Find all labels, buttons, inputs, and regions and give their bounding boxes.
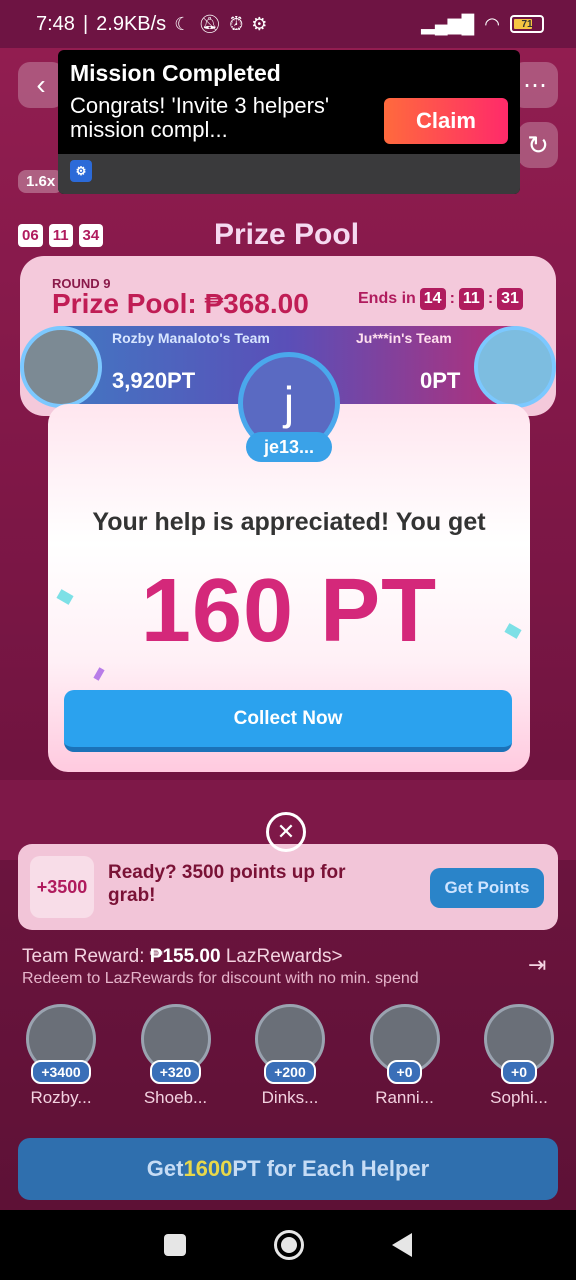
helper-item[interactable]: +0 Sophi... (474, 1004, 564, 1108)
helper-item[interactable]: +0 Ranni... (360, 1004, 450, 1108)
helper-name: Ranni... (375, 1088, 434, 1107)
status-time: 7:48 (36, 12, 75, 35)
ends-in-label: Ends in (358, 290, 416, 307)
lazrewards-link[interactable]: LazRewards> (226, 946, 343, 967)
helpers-list: +3400 Rozby... +320 Shoeb... +200 Dinks.… (16, 1004, 564, 1108)
helper-points: +200 (264, 1060, 316, 1084)
reward-points: 160 PT (140, 561, 438, 661)
helper-item[interactable]: +3400 Rozby... (16, 1004, 106, 1108)
timer-hours: 06 (18, 224, 43, 247)
close-icon[interactable]: ✕ (266, 812, 306, 852)
battery-icon: 71 (510, 15, 544, 33)
team-left-points: 3,920PT (112, 368, 196, 393)
timer-minutes: 11 (48, 224, 73, 247)
helper-username: je13... (246, 432, 332, 462)
recent-apps-icon[interactable] (164, 1234, 186, 1256)
refresh-button[interactable]: ↻ (518, 122, 558, 168)
app-icon: ⚙ (70, 160, 92, 182)
get-points-button[interactable]: Get Points (430, 868, 544, 908)
ends-in-seconds: 31 (497, 288, 523, 310)
team-left-avatar (20, 326, 102, 408)
exit-icon[interactable]: ⇥ (528, 952, 546, 978)
helper-name: Dinks... (261, 1088, 319, 1107)
helper-points: +0 (501, 1060, 537, 1084)
prize-pool-amount: Prize Pool: ₱368.00 (52, 288, 309, 319)
multiplier-badge: 1.6x (18, 170, 64, 193)
cta-highlight: 1600 (183, 1156, 233, 1181)
status-bar: 7:48 | 2.9KB/s ☾ 🔕︎ ⏰︎ ⚙ ▂▄▆█ ◠ 71 (0, 0, 576, 48)
app-notification-icon: ⚙ (251, 14, 268, 34)
back-icon[interactable] (392, 1233, 412, 1257)
notification-footer (58, 154, 520, 194)
helper-item[interactable]: +320 Shoeb... (131, 1004, 221, 1108)
helper-name: Sophi... (490, 1088, 548, 1107)
team-left-name: Rozby Manaloto's Team (112, 330, 270, 346)
get-pt-for-each-helper-button[interactable]: Get 1600 PT for Each Helper (18, 1138, 558, 1200)
cta-prefix: Get (146, 1156, 184, 1181)
battery-level: 71 (521, 18, 533, 30)
helper-points: +320 (149, 1060, 202, 1084)
top-timer: 06 11 34 (18, 224, 104, 247)
helper-name: Rozby... (30, 1088, 92, 1107)
team-reward-amount: ₱155.00 (149, 946, 221, 967)
ends-in-minutes: 11 (458, 288, 484, 310)
navigation-bar (0, 1210, 576, 1280)
ends-in: Ends in 14: 11: 31 (358, 288, 523, 310)
bell-off-icon: 🔕︎ (198, 14, 222, 34)
alarm-icon: ⏰︎ (229, 14, 244, 34)
bonus-tag: +3500 (30, 856, 94, 918)
status-divider: | (82, 12, 89, 35)
signal-icon: ▂▄▆█ (421, 14, 475, 34)
cta-suffix: PT for Each Helper (232, 1156, 430, 1181)
helper-name: Shoeb... (143, 1088, 208, 1107)
reward-message: Your help is appreciated! You get (92, 508, 486, 536)
notification-title: Mission Completed (70, 60, 281, 86)
mission-notification[interactable]: Mission Completed Congrats! 'Invite 3 he… (58, 50, 520, 194)
helper-item[interactable]: +200 Dinks... (245, 1004, 335, 1108)
wifi-icon: ◠ (484, 14, 500, 34)
claim-button[interactable]: Claim (384, 98, 508, 144)
notification-body: Congrats! 'Invite 3 helpers' mission com… (70, 93, 330, 143)
timer-seconds: 34 (78, 224, 104, 247)
collect-now-button[interactable]: Collect Now (64, 690, 512, 752)
team-right-points: 0PT (420, 368, 461, 393)
status-net-speed: 2.9KB/s (96, 12, 167, 35)
redeem-note: Redeem to LazRewards for discount with n… (22, 970, 419, 987)
prize-pool-banner: Prize Pool (214, 218, 360, 251)
bonus-text: Ready? 3500 points up for grab! (108, 862, 346, 906)
team-right-name: Ju***in's Team (356, 330, 452, 346)
ends-in-hours: 14 (419, 288, 446, 310)
team-right-avatar (474, 326, 556, 408)
team-reward-label: Team Reward: (22, 946, 145, 967)
home-icon[interactable] (274, 1230, 304, 1260)
moon-icon: ☾ (174, 14, 191, 34)
helper-points: +3400 (31, 1060, 91, 1084)
helper-points: +0 (386, 1060, 423, 1084)
team-reward: Team Reward: ₱155.00 LazRewards> (22, 946, 343, 968)
